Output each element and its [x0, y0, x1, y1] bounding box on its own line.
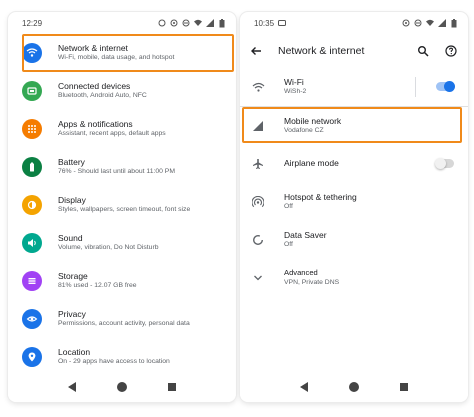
target-icon — [170, 19, 178, 27]
battery-status-icon — [218, 18, 226, 27]
network-item-hotspot[interactable]: Hotspot & tethering Off — [240, 183, 468, 221]
sync-icon — [158, 19, 166, 27]
privacy-icon — [22, 309, 42, 329]
airplane-icon — [250, 156, 266, 172]
network-item-title: Advanced — [284, 268, 318, 278]
signal-icon — [250, 118, 266, 134]
status-time: 10:35 — [254, 18, 275, 28]
back-arrow-icon[interactable] — [248, 43, 264, 59]
network-item-title: Hotspot & tethering — [284, 191, 357, 202]
sound-icon — [22, 233, 42, 253]
hotspot-icon — [250, 194, 266, 210]
status-bar: 10:35 — [240, 12, 468, 34]
recents-button[interactable] — [167, 383, 176, 391]
network-item-mobile[interactable]: Mobile network Vodafone CZ — [240, 107, 468, 145]
apps-icon — [22, 119, 42, 139]
app-bar: Network & internet — [240, 34, 468, 68]
settings-item-title: Sound — [58, 232, 83, 243]
settings-item-battery[interactable]: Battery 76% - Should last until about 11… — [8, 148, 236, 186]
location-icon — [22, 347, 42, 367]
settings-item-title: Apps & notifications — [58, 118, 133, 129]
recents-button[interactable] — [399, 383, 408, 391]
navigation-bar — [240, 372, 468, 402]
settings-item-display[interactable]: Display Styles, wallpapers, screen timeo… — [8, 186, 236, 224]
divider — [415, 77, 416, 97]
wifi-status-icon — [194, 19, 202, 27]
settings-item-subtitle: Volume, vibration, Do Not Disturb — [58, 244, 159, 252]
back-button[interactable] — [68, 382, 77, 392]
settings-item-privacy[interactable]: Privacy Permissions, account activity, p… — [8, 300, 236, 338]
network-internet-screen: 10:35 Network & internet Wi-Fi WiSh-2 Mo… — [240, 12, 468, 402]
wifi-toggle[interactable] — [436, 81, 455, 92]
settings-item-connected-devices[interactable]: Connected devices Bluetooth, Android Aut… — [8, 72, 236, 110]
settings-item-subtitle: 81% used - 12.07 GB free — [58, 282, 137, 290]
network-item-title: Data Saver — [284, 229, 327, 240]
mobile-network-highlight-box — [242, 107, 462, 143]
settings-item-title: Battery — [58, 156, 85, 167]
network-item-title: Mobile network — [284, 115, 342, 126]
storage-icon — [22, 271, 42, 291]
settings-item-storage[interactable]: Storage 81% used - 12.07 GB free — [8, 262, 236, 300]
settings-screen: 12:29 Network & internet Wi-Fi, mobile, … — [8, 12, 236, 402]
signal-status-icon — [206, 19, 214, 27]
network-item-wifi[interactable]: Wi-Fi WiSh-2 — [240, 68, 468, 106]
status-time: 12:29 — [22, 18, 43, 28]
settings-item-subtitle: Assistant, recent apps, default apps — [58, 130, 166, 138]
settings-item-title: Storage — [58, 270, 88, 281]
settings-item-subtitle: Wi-Fi, mobile, data usage, and hotspot — [58, 54, 175, 62]
status-bar: 12:29 — [8, 12, 236, 34]
dnd-icon — [414, 19, 422, 27]
devices-icon — [22, 81, 42, 101]
settings-item-network[interactable]: Network & internet Wi-Fi, mobile, data u… — [8, 34, 236, 72]
navigation-bar — [8, 372, 236, 402]
help-icon[interactable] — [444, 44, 458, 58]
battery-icon — [22, 157, 42, 177]
search-icon[interactable] — [416, 44, 430, 58]
display-icon — [22, 195, 42, 215]
chevron-down-icon — [250, 270, 266, 286]
settings-list: Network & internet Wi-Fi, mobile, data u… — [8, 34, 236, 376]
network-item-subtitle: Off — [284, 203, 293, 211]
settings-item-location[interactable]: Location On - 29 apps have access to loc… — [8, 338, 236, 376]
network-item-title: Airplane mode — [284, 158, 339, 169]
settings-item-apps[interactable]: Apps & notifications Assistant, recent a… — [8, 110, 236, 148]
airplane-mode-toggle[interactable] — [435, 158, 454, 169]
network-item-advanced[interactable]: Advanced VPN, Private DNS — [240, 259, 468, 297]
network-item-airplane[interactable]: Airplane mode — [240, 145, 468, 183]
settings-item-subtitle: 76% - Should last until about 11:00 PM — [58, 168, 176, 176]
wifi-icon — [250, 79, 266, 95]
page-title: Network & internet — [278, 45, 365, 57]
network-item-subtitle: WiSh-2 — [284, 88, 307, 96]
network-item-subtitle: Off — [284, 241, 293, 249]
settings-item-title: Connected devices — [58, 80, 131, 91]
data-saver-icon — [250, 232, 266, 248]
dnd-icon — [182, 19, 190, 27]
settings-item-title: Location — [58, 346, 91, 357]
settings-item-subtitle: Permissions, account activity, personal … — [58, 320, 190, 328]
target-icon — [402, 19, 410, 27]
signal-status-icon — [438, 19, 446, 27]
settings-item-title: Network & internet — [58, 42, 128, 53]
settings-item-title: Display — [58, 194, 86, 205]
back-button[interactable] — [300, 382, 309, 392]
status-icons — [402, 18, 458, 27]
network-item-subtitle: VPN, Private DNS — [284, 278, 340, 286]
status-icons — [158, 18, 226, 27]
settings-item-subtitle: On - 29 apps have access to location — [58, 358, 170, 366]
network-item-title: Wi-Fi — [284, 76, 304, 87]
settings-item-title: Privacy — [58, 308, 86, 319]
wifi-status-icon — [426, 19, 434, 27]
network-item-data-saver[interactable]: Data Saver Off — [240, 221, 468, 259]
cast-icon — [278, 19, 287, 27]
wifi-icon — [22, 43, 42, 63]
settings-item-sound[interactable]: Sound Volume, vibration, Do Not Disturb — [8, 224, 236, 262]
settings-item-subtitle: Styles, wallpapers, screen timeout, font… — [58, 206, 191, 214]
home-button[interactable] — [348, 382, 359, 392]
network-item-subtitle: Vodafone CZ — [284, 127, 324, 135]
settings-item-subtitle: Bluetooth, Android Auto, NFC — [58, 92, 147, 100]
screenshot-stage: 12:29 Network & internet Wi-Fi, mobile, … — [0, 0, 474, 417]
battery-status-icon — [450, 18, 458, 27]
home-button[interactable] — [116, 382, 127, 392]
